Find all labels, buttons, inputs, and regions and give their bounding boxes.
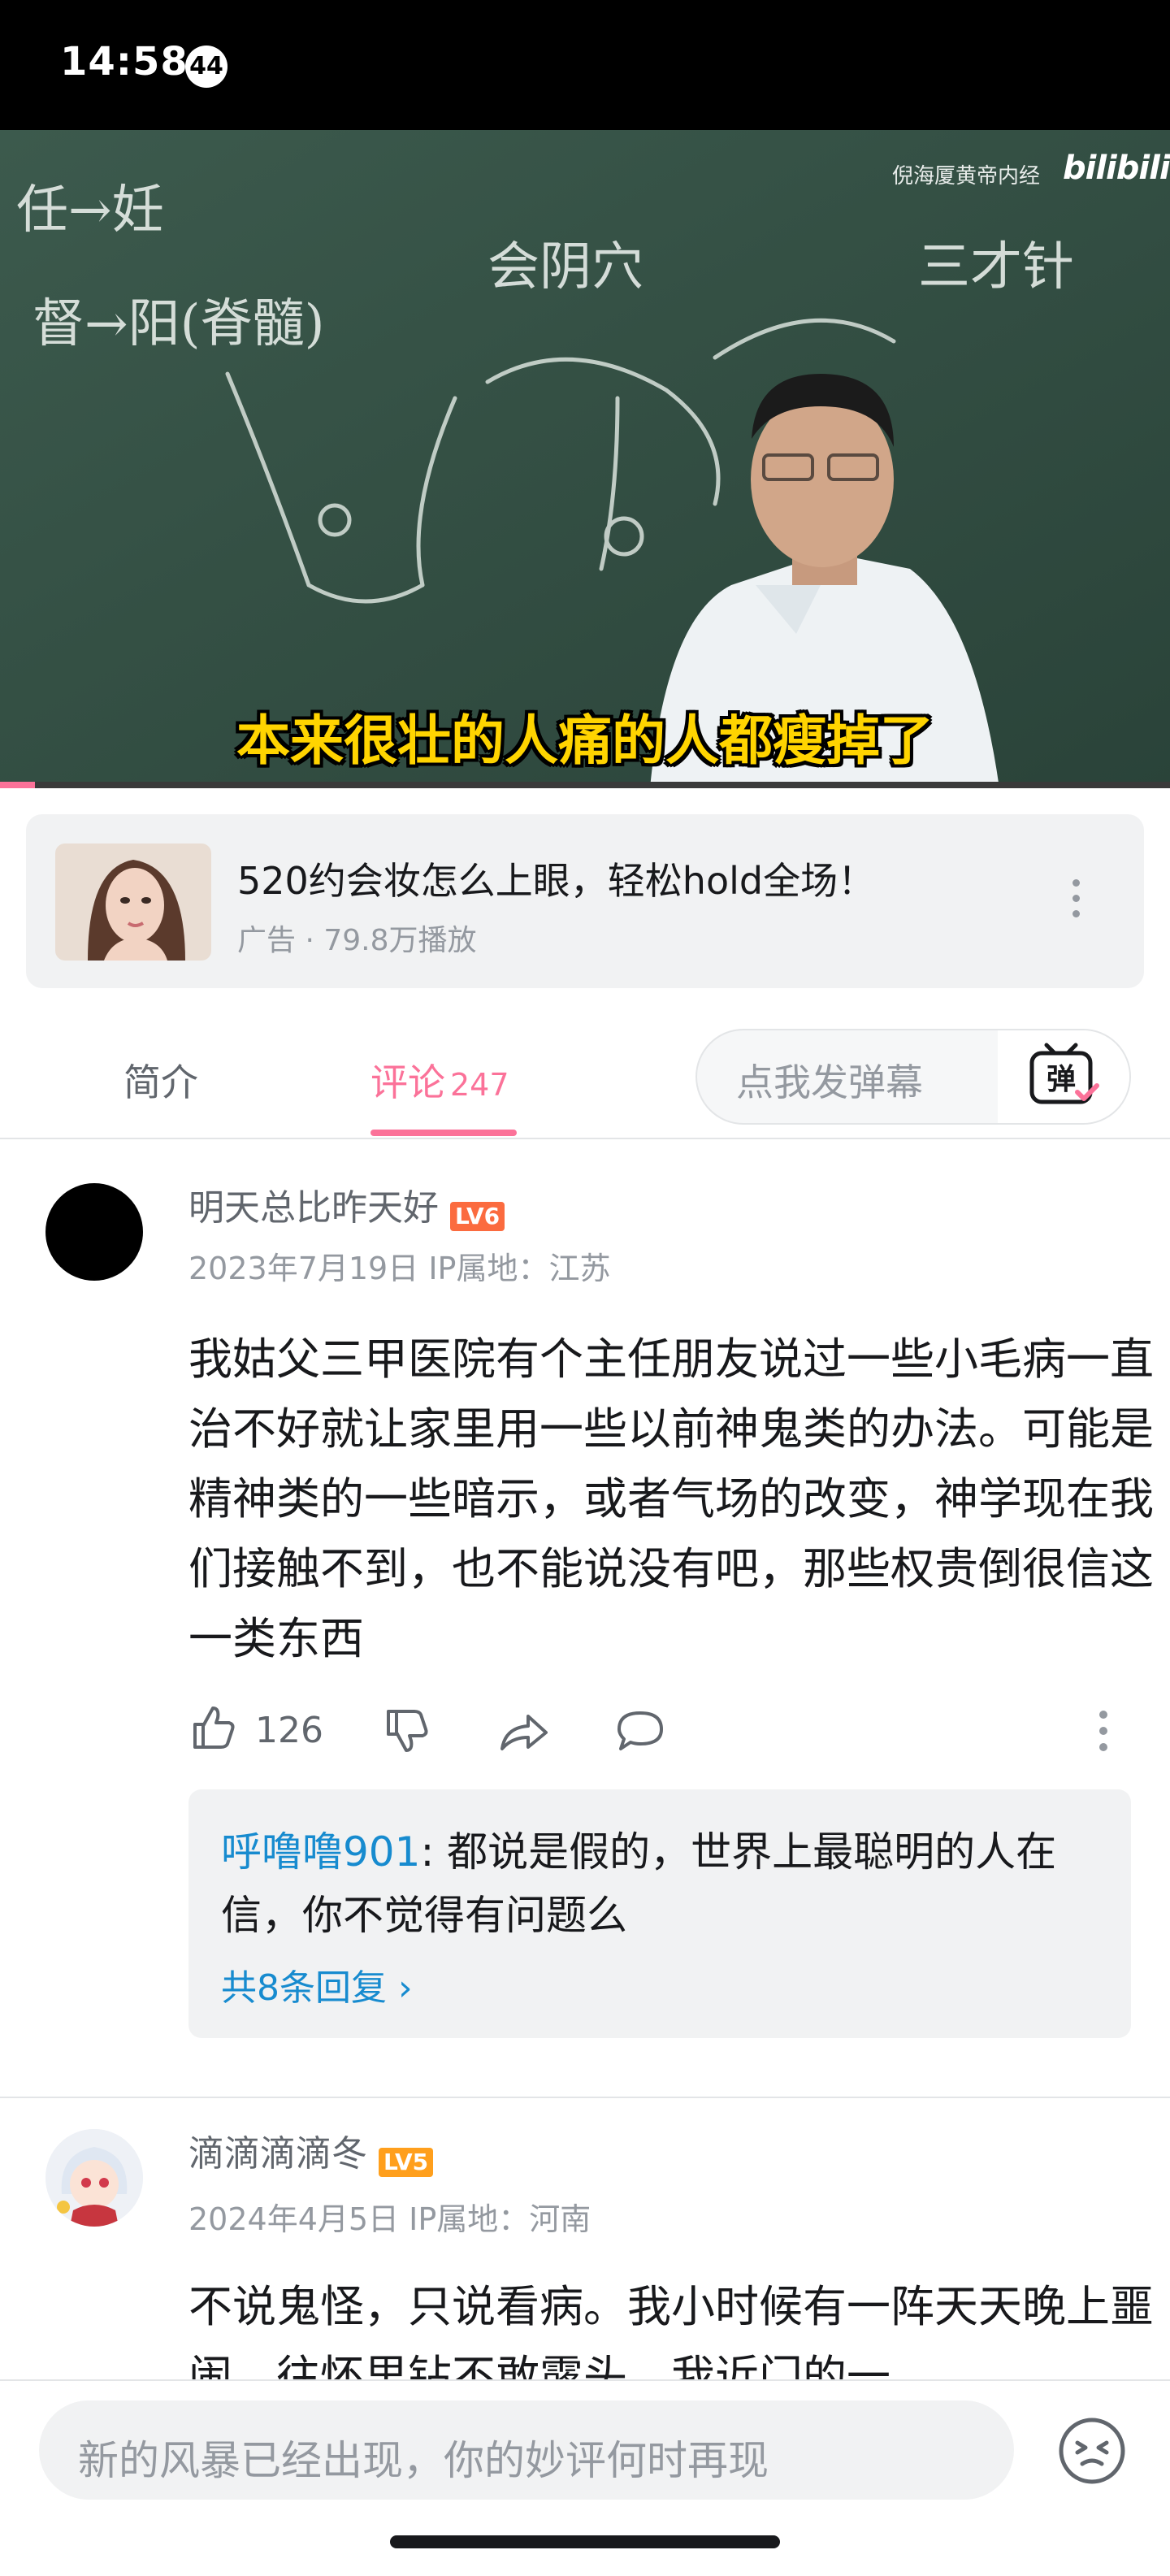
level-badge: LV5 (379, 2147, 434, 2177)
like-icon[interactable] (188, 1703, 237, 1752)
notification-badge: 44 (185, 46, 228, 88)
comment-text[interactable]: 我姑父三甲医院有个主任朋友说过一些小毛病一直治不好就让家里用一些以前神鬼类的办法… (188, 1325, 1170, 1674)
view-replies-link[interactable]: 共8条回复 › (221, 1958, 413, 2010)
video-player[interactable]: 任→妊 督→阳(脊髓) 会阴穴 三才针 (0, 130, 1170, 788)
tab-intro[interactable]: 简介 (124, 1053, 198, 1107)
ad-title[interactable]: 520约会妆怎么上眼，轻松hold全场！ (237, 852, 875, 905)
svg-text:弹: 弹 (1046, 1063, 1076, 1096)
blackboard-text-1: 任→妊 (16, 180, 164, 241)
comment-header: 明天总比昨天好 LV6 (188, 1178, 505, 1231)
comment-divider (0, 2097, 1170, 2098)
more-options-icon[interactable] (1072, 879, 1082, 926)
comment-meta: 2024年4月5日 IP属地：河南 (188, 2201, 592, 2237)
video-subtitle: 本来很壮的人痛的人都瘦掉了 (236, 709, 934, 772)
blackboard-text-4: 三才针 (918, 237, 1074, 297)
reply-preview-text: 呼噜噜901: 都说是假的，世界上最聪明的人在信，你不觉得有问题么 (221, 1820, 1107, 1947)
tab-comments-label: 评论 (370, 1060, 445, 1104)
ad-subtitle: 广告 · 79.8万播放 (237, 924, 477, 957)
status-time: 14:58 (60, 39, 188, 85)
ad-thumbnail-image (55, 843, 211, 961)
avatar[interactable] (46, 2129, 143, 2227)
reply-icon[interactable] (614, 1706, 666, 1755)
danmaku-placeholder: 点我发弹幕 (736, 1060, 923, 1104)
tab-comments-count: 247 (450, 1067, 509, 1103)
danmaku-toggle-button[interactable]: 弹 (998, 1030, 1129, 1123)
like-count: 126 (255, 1710, 323, 1751)
tabbar-divider (0, 1138, 1170, 1139)
danmaku-icon: 弹 (1029, 1043, 1099, 1104)
blackboard-text-3: 会阴穴 (488, 237, 644, 297)
comment-input-placeholder: 新的风暴已经出现，你的妙评何时再现 (78, 2437, 769, 2484)
comment-username[interactable]: 滴滴滴滴冬 (188, 2133, 367, 2175)
emoji-icon[interactable] (1056, 2415, 1128, 2487)
share-icon[interactable] (497, 1706, 549, 1755)
home-indicator[interactable] (390, 2535, 780, 2548)
comment-text[interactable]: 不说鬼怪，只说看病。我小时候有一阵天天晚上噩闹，往怀里钻不敢露头，我近门的一 (188, 2272, 1170, 2379)
comment-header: 滴滴滴滴冬 LV5 (188, 2124, 434, 2177)
reply-username[interactable]: 呼噜噜901 (221, 1828, 420, 1876)
video-watermark-text: 倪海厦黄帝内经 (892, 164, 1041, 189)
comment-text-clip: 不说鬼怪，只说看病。我小时候有一阵天天晚上噩闹，往怀里钻不敢露头，我近门的一 (188, 2272, 1170, 2379)
video-frame: 任→妊 督→阳(脊髓) 会阴穴 三才针 (0, 130, 1170, 788)
level-badge: LV6 (450, 1201, 505, 1231)
comment-meta: 2023年7月19日 IP属地：江苏 (188, 1251, 611, 1286)
blackboard-text-2: 督→阳(脊髓) (32, 294, 325, 354)
avatar-image (46, 2129, 143, 2227)
comment-username[interactable]: 明天总比昨天好 (188, 1187, 439, 1229)
avatar[interactable] (46, 1183, 143, 1281)
dislike-icon[interactable] (382, 1706, 431, 1755)
video-progress-track[interactable] (0, 782, 1170, 788)
tab-comments[interactable]: 评论 247 (370, 1053, 509, 1107)
bilibili-logo: bilibili (1063, 150, 1170, 187)
ad-thumbnail[interactable] (55, 843, 211, 961)
comment-more-icon[interactable] (1098, 1706, 1108, 1755)
active-tab-indicator (370, 1130, 517, 1136)
video-progress-fill (0, 782, 36, 788)
